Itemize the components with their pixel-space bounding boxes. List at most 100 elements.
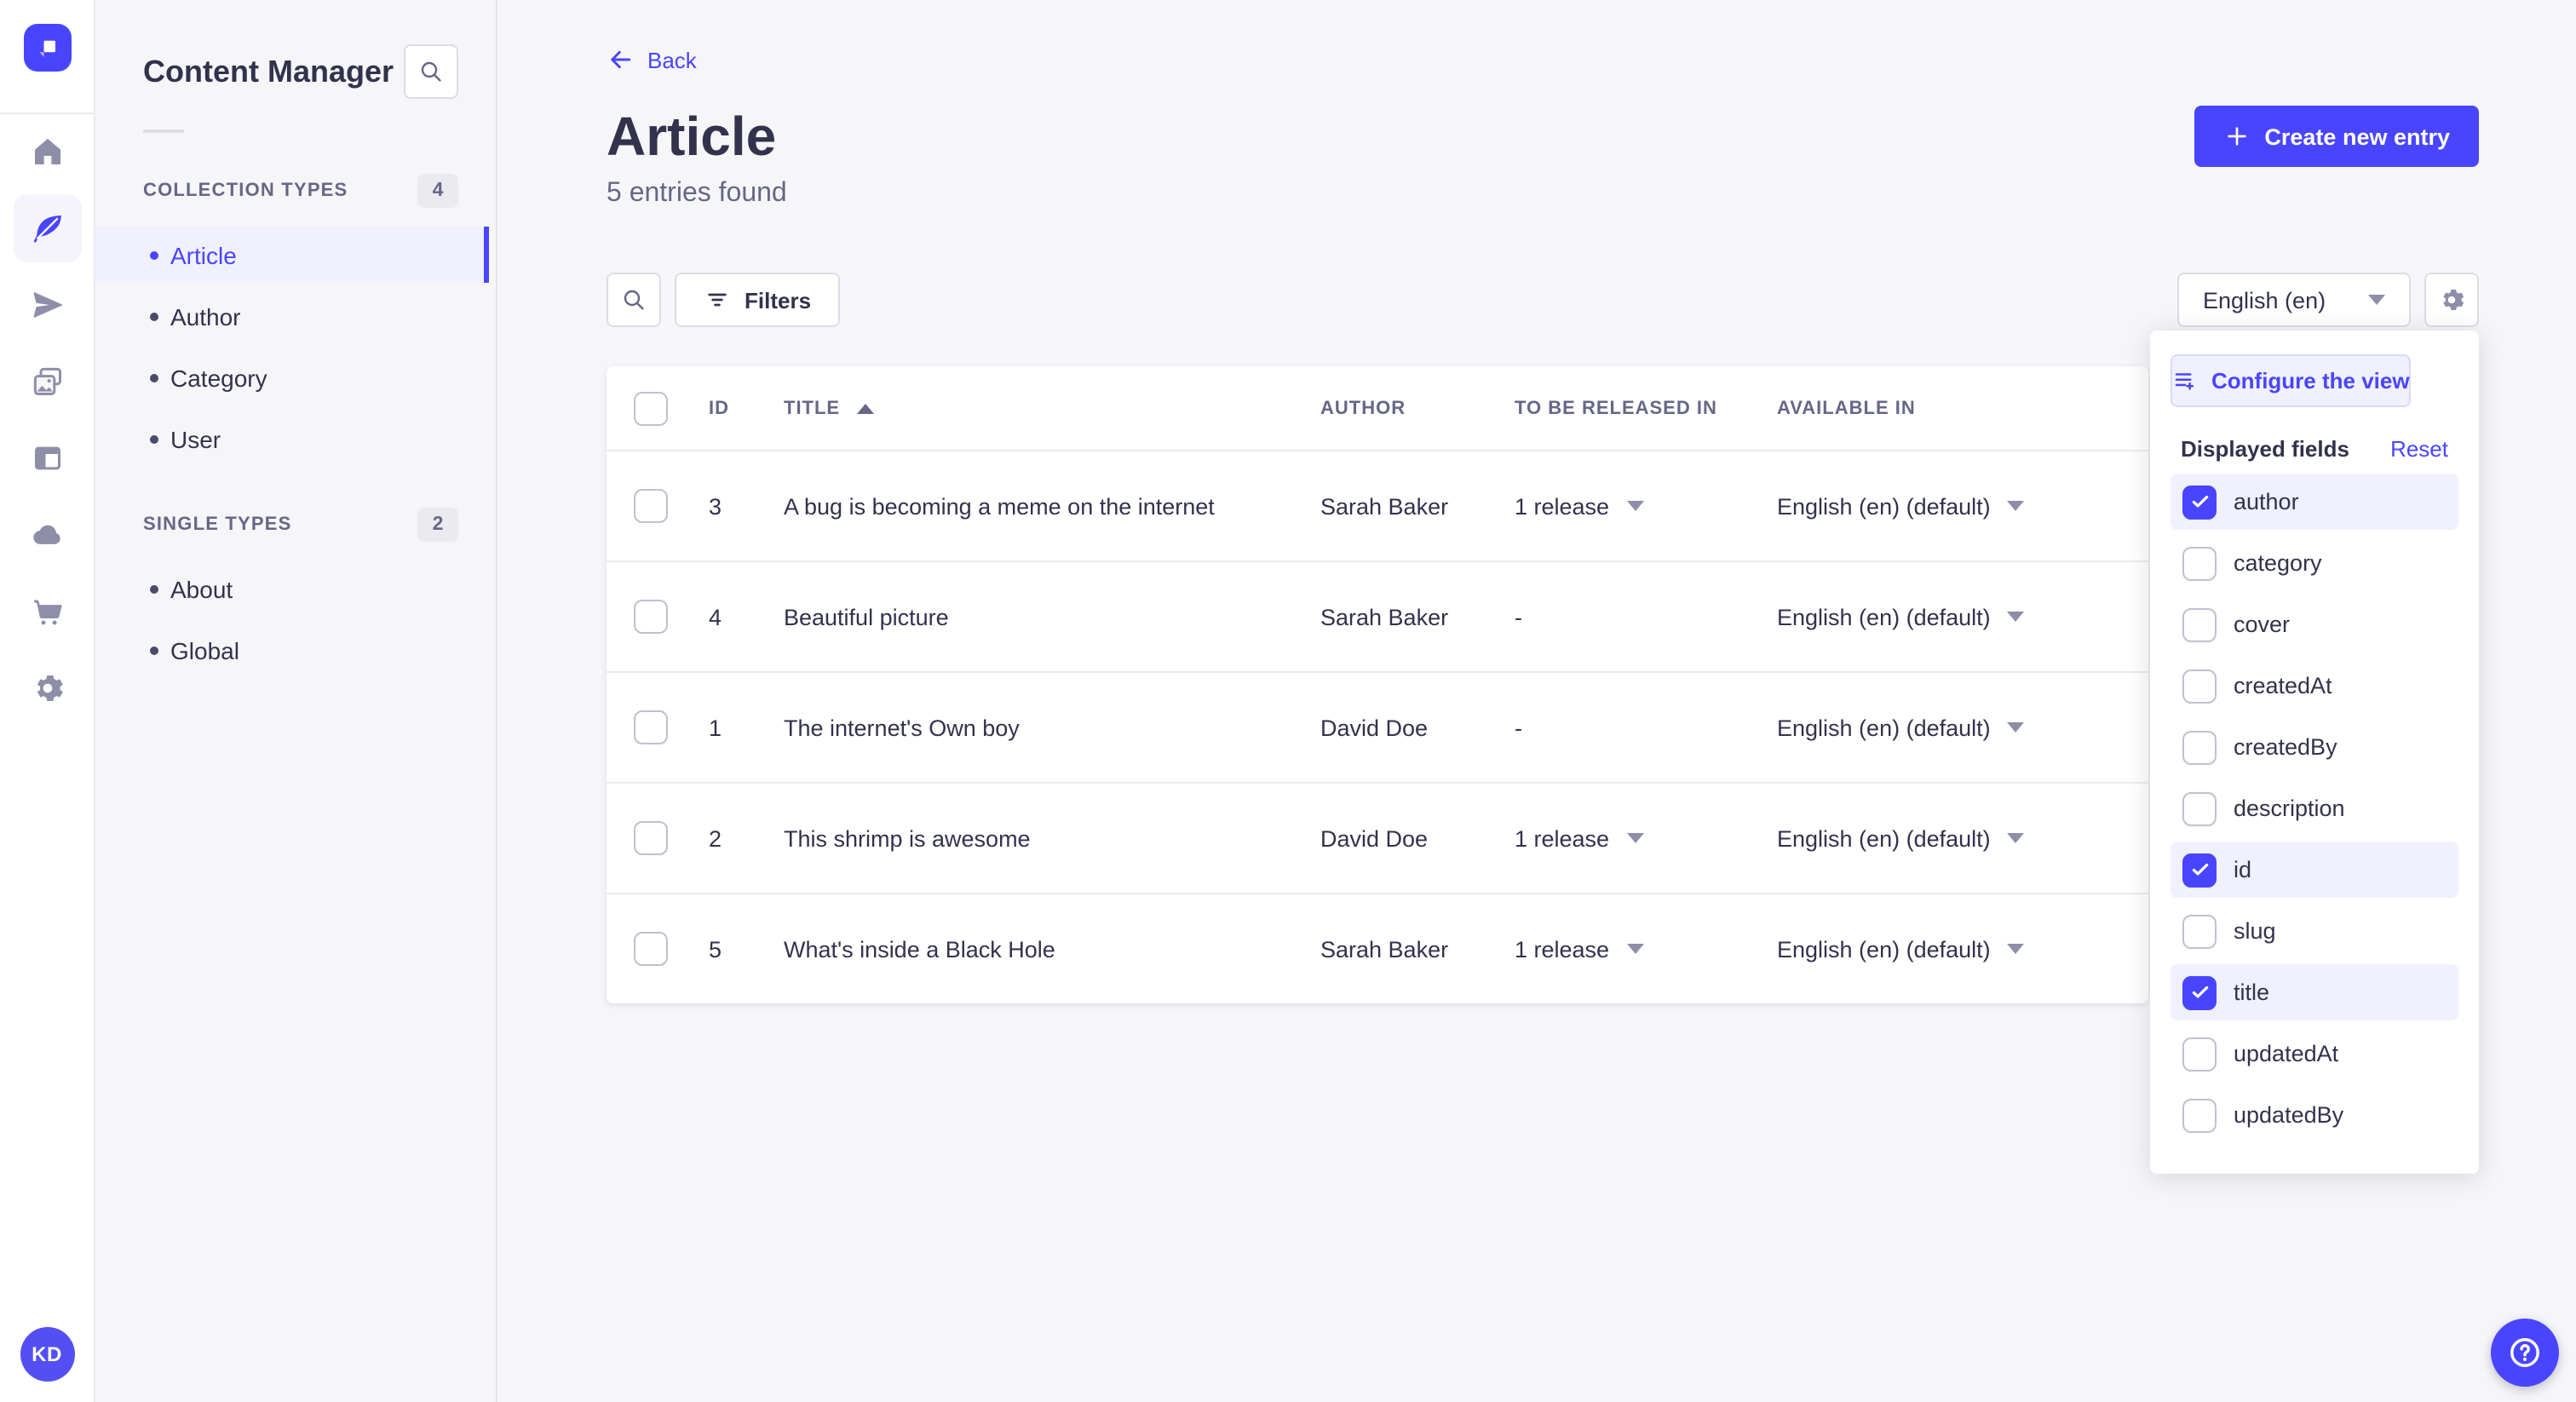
cell-author: Sarah Baker (1320, 493, 1449, 520)
select-all-checkbox[interactable] (634, 391, 668, 426)
sidebar-item-about[interactable]: About (95, 560, 489, 617)
checkbox-checked[interactable] (2182, 975, 2217, 1009)
strapi-logo-icon (38, 40, 55, 57)
table-row[interactable]: 5 What's inside a Black Hole Sarah Baker… (607, 893, 2148, 1004)
table-row[interactable]: 1 The internet's Own boy David Doe - Eng… (607, 671, 2148, 783)
checkbox-unchecked[interactable] (2182, 730, 2217, 764)
cell-locales[interactable]: English (en) (default) (1777, 605, 2121, 630)
configure-the-view-button[interactable]: Configure the view (2171, 354, 2412, 407)
field-toggle-createdBy[interactable]: createdBy (2171, 719, 2458, 775)
cell-locales[interactable]: English (en) (default) (1777, 937, 2121, 962)
chevron-down-icon (1626, 833, 1644, 844)
nav-content-type-builder-button[interactable] (13, 424, 81, 492)
sidebar-item-category[interactable]: Category (95, 349, 489, 405)
list-toolbar: Filters English (en) (607, 273, 2479, 328)
check-icon (2191, 985, 2208, 998)
create-new-entry-button[interactable]: Create new entry (2194, 106, 2479, 167)
checkbox-unchecked[interactable] (2182, 914, 2217, 948)
field-toggle-author[interactable]: author (2171, 474, 2458, 530)
table-row[interactable]: 2 This shrimp is awesome David Doe 1 rel… (607, 782, 2148, 893)
configure-list-icon (2175, 373, 2194, 390)
sidebar-title: Content Manager (143, 54, 394, 88)
field-toggle-description[interactable]: description (2171, 780, 2458, 836)
checkbox-unchecked[interactable] (2182, 1037, 2217, 1071)
row-checkbox[interactable] (634, 821, 668, 856)
help-button[interactable] (2491, 1319, 2559, 1387)
checkbox-unchecked[interactable] (2182, 546, 2217, 580)
reset-link[interactable]: Reset (2390, 436, 2448, 462)
sidebar-search-button[interactable] (404, 44, 458, 99)
sidebar-item-article[interactable]: Article (95, 227, 489, 283)
row-checkbox[interactable] (634, 932, 668, 967)
checkbox-checked[interactable] (2182, 485, 2217, 519)
strapi-logo[interactable] (23, 24, 71, 72)
column-header-id[interactable]: ID (709, 399, 784, 419)
cell-releases: - (1515, 604, 1522, 630)
row-checkbox[interactable] (634, 710, 668, 745)
cell-releases[interactable]: 1 release (1515, 937, 1777, 962)
checkbox-unchecked[interactable] (2182, 791, 2217, 825)
sidebar-divider (143, 129, 184, 133)
field-toggle-createdAt[interactable]: createdAt (2171, 658, 2458, 714)
locale-value: English (en) (2203, 287, 2326, 313)
checkbox-unchecked[interactable] (2182, 607, 2217, 641)
field-toggle-slug[interactable]: slug (2171, 903, 2458, 959)
table-row[interactable]: 4 Beautiful picture Sarah Baker - Englis… (607, 560, 2148, 672)
checkbox-unchecked[interactable] (2182, 669, 2217, 703)
chevron-down-icon (2007, 612, 2025, 623)
column-header-available-in[interactable]: AVAILABLE IN (1777, 399, 2121, 419)
column-header-author[interactable]: AUTHOR (1320, 399, 1515, 419)
checkbox-checked[interactable] (2182, 853, 2217, 887)
nav-deploy-cloud-button[interactable] (13, 501, 81, 569)
cell-releases[interactable]: 1 release (1515, 826, 1777, 852)
field-toggle-updatedBy[interactable]: updatedBy (2171, 1087, 2458, 1143)
cell-locales[interactable]: English (en) (default) (1777, 826, 2121, 852)
collection-types-list: Article Author Category User (95, 221, 496, 467)
table-row[interactable]: 3 A bug is becoming a meme on the intern… (607, 450, 2148, 561)
user-avatar[interactable]: KD (20, 1327, 74, 1382)
cell-author: David Doe (1320, 825, 1429, 852)
nav-content-manager-button[interactable] (13, 194, 81, 262)
chevron-down-icon (1626, 501, 1644, 512)
media-library-icon (32, 367, 60, 395)
row-checkbox[interactable] (634, 600, 668, 635)
main-nav-rail: KD (0, 0, 95, 1402)
section-label: COLLECTION TYPES (143, 181, 348, 201)
table-search-button[interactable] (607, 273, 661, 328)
rail-divider (0, 112, 95, 114)
cloud-icon (32, 525, 60, 544)
column-header-releases[interactable]: TO BE RELEASED IN (1515, 399, 1777, 419)
sidebar-item-global[interactable]: Global (95, 622, 489, 678)
nav-media-library-button[interactable] (13, 348, 81, 416)
field-toggle-category[interactable]: category (2171, 535, 2458, 591)
paper-plane-icon (32, 292, 62, 318)
field-toggle-updatedAt[interactable]: updatedAt (2171, 1026, 2458, 1082)
column-header-title[interactable]: TITLE (784, 399, 1320, 419)
cell-author: Sarah Baker (1320, 604, 1449, 630)
field-toggle-cover[interactable]: cover (2171, 596, 2458, 652)
search-icon (421, 61, 441, 82)
filters-button[interactable]: Filters (675, 273, 841, 328)
locale-select[interactable]: English (en) (2177, 273, 2411, 328)
cell-id: 3 (709, 493, 722, 520)
cell-releases[interactable]: 1 release (1515, 494, 1777, 520)
back-label: Back (647, 47, 697, 72)
field-toggle-id[interactable]: id (2171, 842, 2458, 898)
nav-marketplace-button[interactable] (13, 577, 81, 646)
nav-releases-button[interactable] (13, 271, 81, 339)
cell-id: 2 (709, 825, 722, 852)
field-toggle-title[interactable]: title (2171, 964, 2458, 1020)
cell-title: A bug is becoming a meme on the internet (784, 493, 1215, 520)
sidebar-item-user[interactable]: User (95, 411, 489, 467)
cell-locales[interactable]: English (en) (default) (1777, 715, 2121, 741)
nav-settings-button[interactable] (13, 654, 81, 722)
checkbox-unchecked[interactable] (2182, 1098, 2217, 1132)
back-link[interactable]: Back (607, 46, 697, 73)
nav-home-button[interactable] (13, 118, 81, 186)
sidebar-item-author[interactable]: Author (95, 288, 489, 344)
cell-locales[interactable]: English (en) (default) (1777, 494, 2121, 520)
chevron-down-icon (2007, 501, 2025, 512)
sort-asc-icon (857, 403, 875, 414)
view-settings-button[interactable] (2424, 273, 2479, 328)
row-checkbox[interactable] (634, 489, 668, 524)
